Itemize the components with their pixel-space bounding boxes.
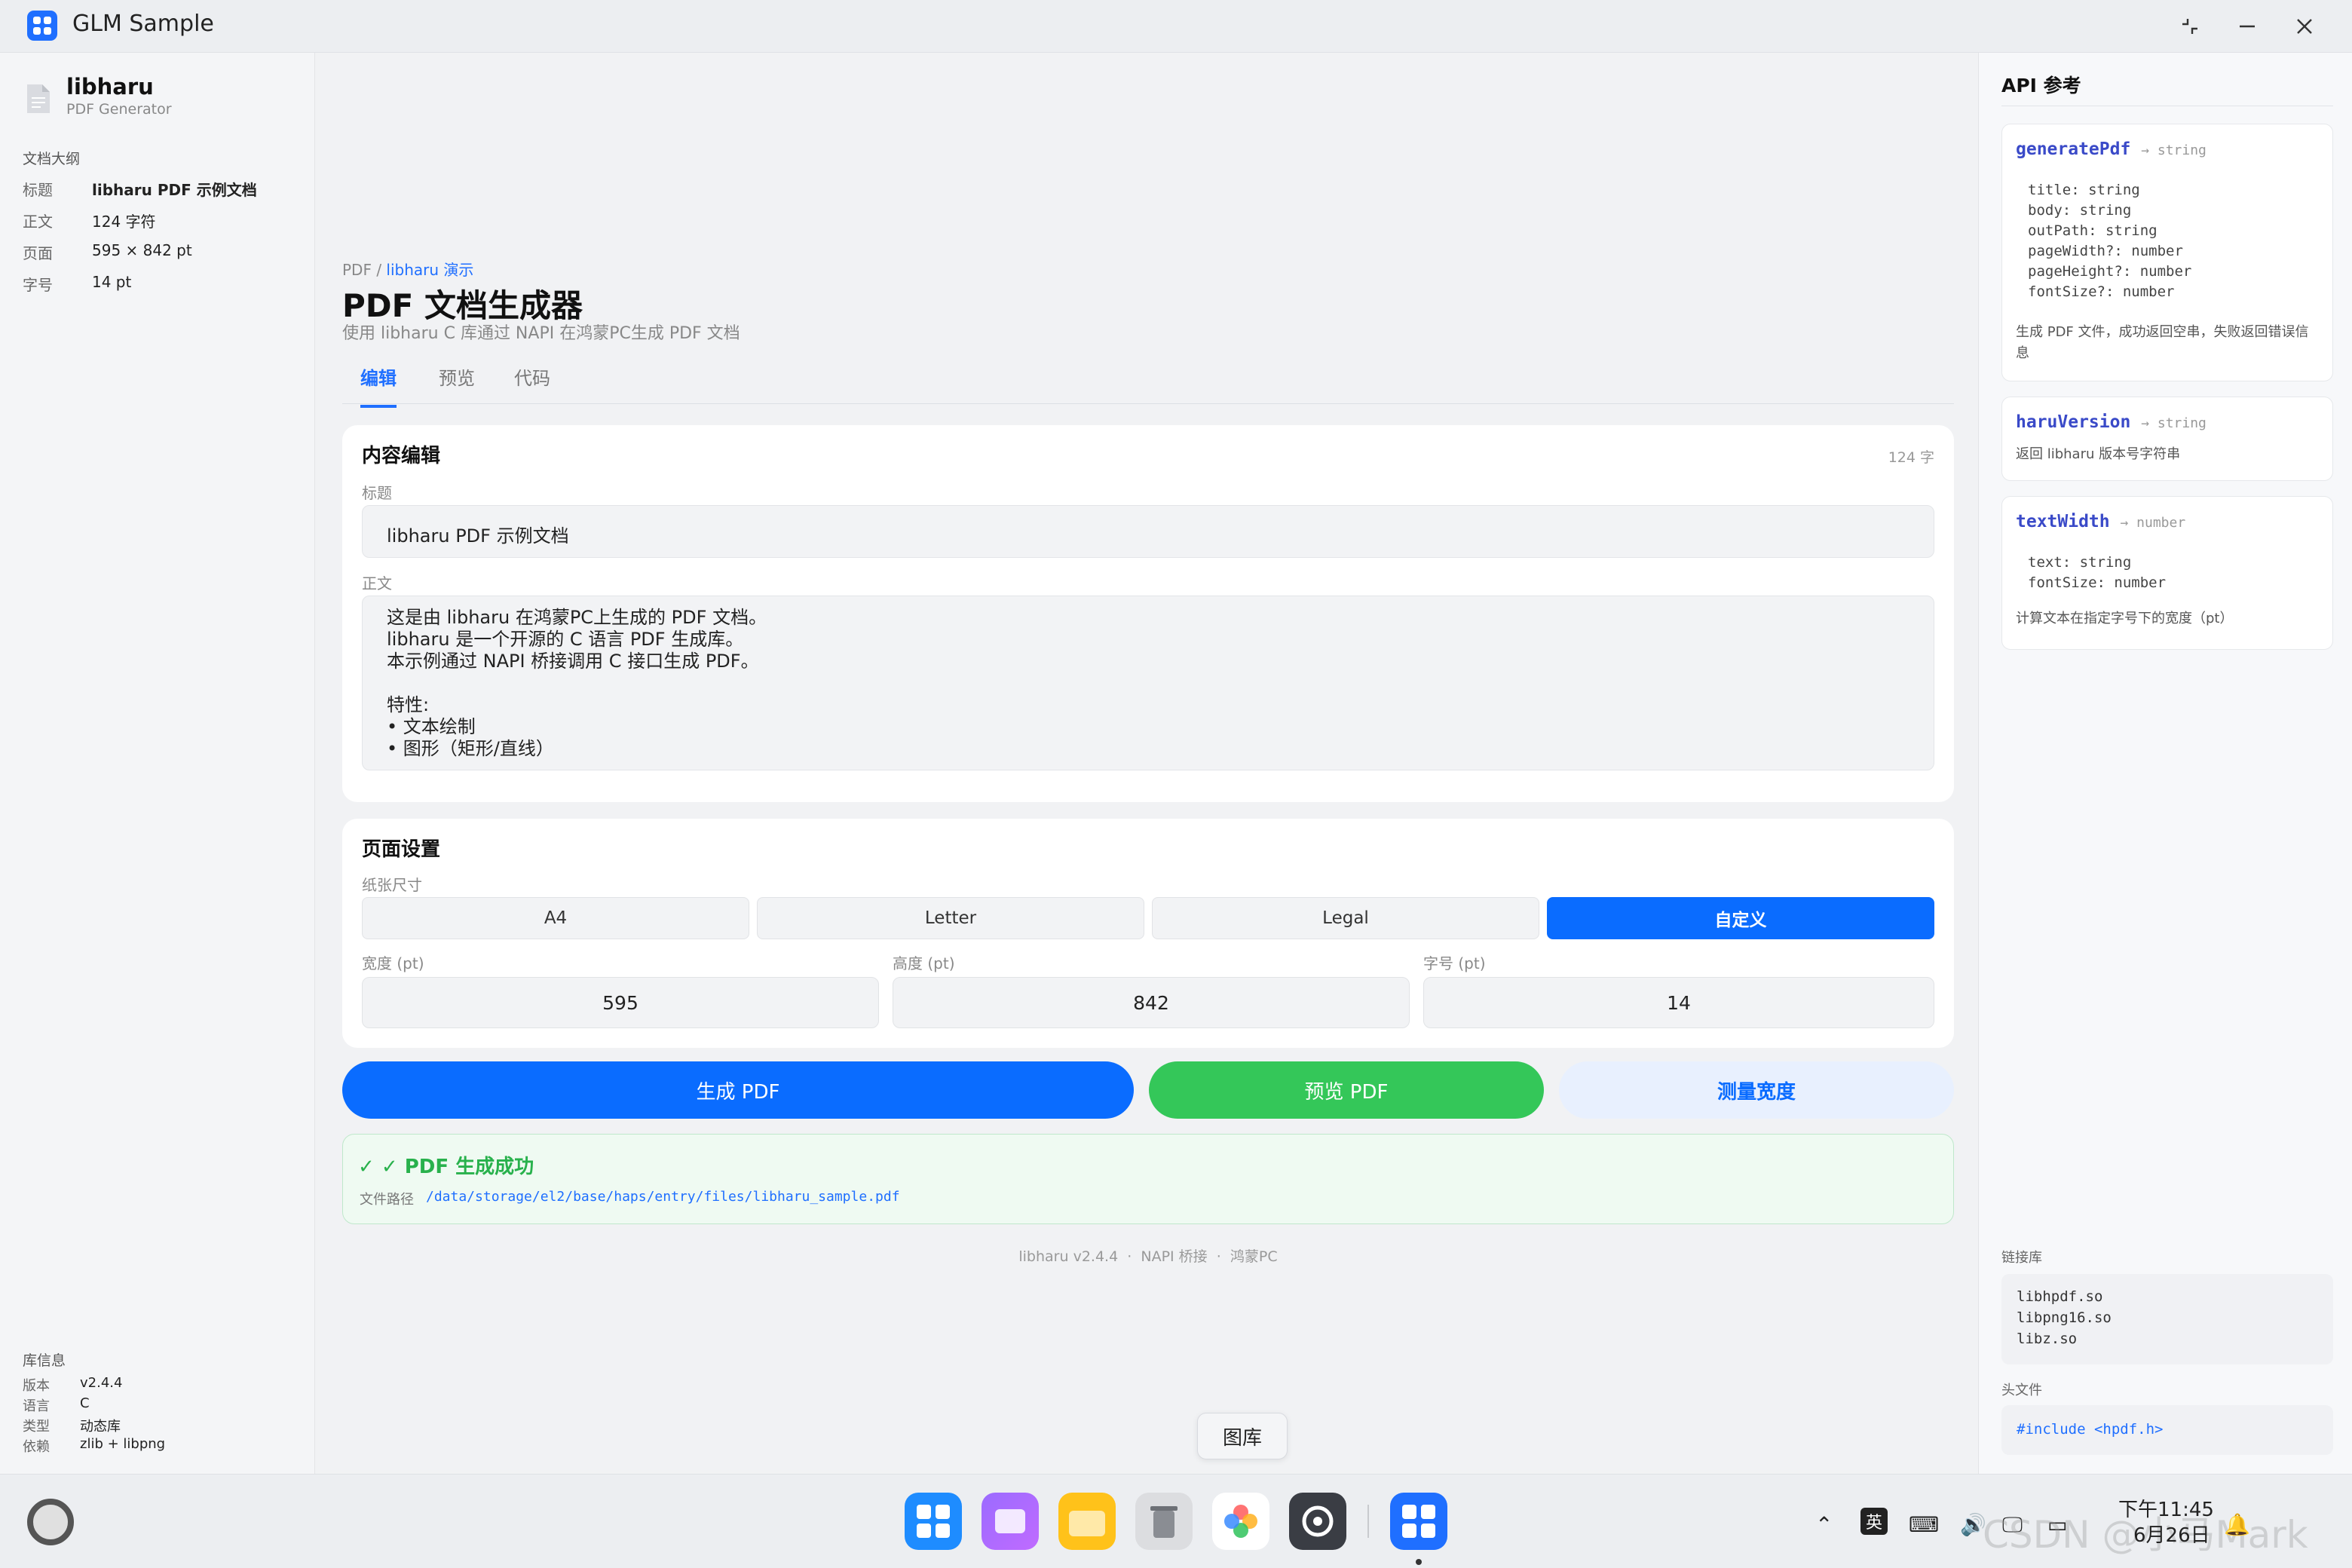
- library-subtitle: PDF Generator: [66, 101, 172, 118]
- files-icon[interactable]: [1058, 1493, 1116, 1550]
- editor-title: 内容编辑: [362, 445, 441, 467]
- page-subtitle: 使用 libharu C 库通过 NAPI 在鸿蒙PC生成 PDF 文档: [342, 324, 740, 343]
- info-row: 语言 C: [23, 1395, 90, 1414]
- paper-a4-button[interactable]: A4: [362, 897, 749, 939]
- start-icon[interactable]: [27, 1499, 74, 1545]
- measure-width-button[interactable]: 测量宽度: [1559, 1061, 1954, 1119]
- tab-preview[interactable]: 预览: [439, 363, 475, 405]
- app-grid-icon[interactable]: [905, 1493, 962, 1550]
- keyboard-icon[interactable]: ⌨: [1909, 1512, 1939, 1537]
- clock-date[interactable]: 6月26日: [2133, 1520, 2210, 1548]
- generate-pdf-button[interactable]: 生成 PDF: [342, 1061, 1134, 1119]
- info-row: 依赖 zlib + libpng: [23, 1436, 166, 1455]
- minimize-icon[interactable]: [2228, 8, 2266, 45]
- font-size-input[interactable]: 14: [1423, 977, 1934, 1028]
- info-row: 版本 v2.4.4: [23, 1375, 123, 1394]
- page-settings-title: 页面设置: [362, 838, 441, 861]
- outline-row: 页面 595 × 842 pt: [23, 241, 192, 262]
- clock-time[interactable]: 下午11:45: [2118, 1494, 2214, 1522]
- result-panel: ✓ ✓ PDF 生成成功 文件路径 /data/storage/el2/base…: [342, 1134, 1954, 1224]
- paper-size-selector: A4 Letter Legal 自定义: [362, 897, 1934, 939]
- glm-sample-app-icon[interactable]: [1390, 1493, 1447, 1550]
- width-label: 宽度 (pt): [362, 954, 424, 972]
- check-icon: ✓: [358, 1156, 375, 1178]
- library-info-heading: 库信息: [23, 1352, 66, 1369]
- gallery-tooltip: 图库: [1197, 1413, 1288, 1459]
- ime-indicator[interactable]: 英: [1860, 1508, 1888, 1535]
- outline-row: 字号 14 pt: [23, 273, 132, 294]
- api-name: textWidth → number: [2016, 512, 2186, 531]
- active-app-dot: [1416, 1559, 1422, 1565]
- api-description: 计算文本在指定字号下的宽度（pt）: [2016, 611, 2234, 626]
- api-description: 返回 libharu 版本号字符串: [2016, 446, 2181, 462]
- body-label: 正文: [362, 574, 392, 593]
- trash-icon[interactable]: [1135, 1493, 1193, 1550]
- font-size-label: 字号 (pt): [1423, 954, 1486, 972]
- paper-size-label: 纸张尺寸: [362, 876, 422, 894]
- preview-pdf-button[interactable]: 预览 PDF: [1149, 1061, 1544, 1119]
- header-file-heading: 头文件: [2001, 1383, 2042, 1398]
- api-description: 生成 PDF 文件，成功返回空串，失败返回错误信息: [2016, 324, 2309, 361]
- sidebar: libharu PDF Generator 文档大纲 标题 libharu PDF…: [0, 53, 315, 1474]
- chevron-up-icon[interactable]: ⌃: [1815, 1512, 1833, 1537]
- height-input[interactable]: 842: [893, 977, 1410, 1028]
- api-card-textwidth: textWidth → number text: string fontSize…: [2001, 496, 2333, 650]
- api-params: text: string fontSize: number: [2028, 554, 2167, 591]
- tab-bar: 编辑 预览 代码: [342, 354, 1954, 408]
- multitask-icon[interactable]: [982, 1493, 1039, 1550]
- document-icon: [27, 84, 50, 113]
- linked-libs-list: libhpdf.so libpng16.so libz.so: [2001, 1274, 2333, 1364]
- outline-heading: 文档大纲: [23, 151, 81, 167]
- api-card-generatepdf: generatePdf → string title: string body:…: [2001, 124, 2333, 381]
- paper-legal-button[interactable]: Legal: [1152, 897, 1539, 939]
- footer: libharu v2.4.4 · NAPI 桥接 · 鸿蒙PC: [1018, 1248, 1278, 1265]
- api-card-haruversion: haruVersion → string 返回 libharu 版本号字符串: [2001, 397, 2333, 481]
- library-name: libharu: [66, 74, 154, 100]
- api-heading: API 参考: [2001, 75, 2081, 96]
- height-label: 高度 (pt): [893, 954, 955, 972]
- app-icon: [27, 11, 57, 41]
- tab-code[interactable]: 代码: [514, 363, 550, 405]
- close-icon[interactable]: [2286, 8, 2323, 45]
- tab-edit[interactable]: 编辑: [360, 363, 397, 408]
- api-reference-panel: API 参考 generatePdf → string title: strin…: [1978, 53, 2352, 1474]
- notification-bell-icon[interactable]: 🔔: [2224, 1512, 2250, 1537]
- page-settings-card: 页面设置 纸张尺寸 A4 Letter Legal 自定义 宽度 (pt) 高度…: [342, 819, 1954, 1048]
- content-editor-card: 内容编辑 124 字 标题 libharu PDF 示例文档 正文 这是由 li…: [342, 425, 1954, 802]
- api-name: haruVersion → string: [2016, 412, 2207, 432]
- file-path[interactable]: /data/storage/el2/base/haps/entry/files/…: [426, 1189, 900, 1205]
- outline-row: 正文 124 字符: [23, 213, 156, 231]
- title-bar: GLM Sample: [0, 0, 2352, 53]
- restore-icon[interactable]: [2171, 8, 2209, 45]
- linked-libs-heading: 链接库: [2001, 1250, 2042, 1266]
- path-label: 文件路径: [360, 1192, 414, 1208]
- gallery-icon[interactable]: [1212, 1493, 1269, 1550]
- paper-letter-button[interactable]: Letter: [757, 897, 1144, 939]
- api-name: generatePdf → string: [2016, 139, 2207, 159]
- title-input[interactable]: libharu PDF 示例文档: [362, 505, 1934, 558]
- width-input[interactable]: 595: [362, 977, 879, 1028]
- info-row: 类型 动态库: [23, 1419, 121, 1435]
- dock-divider: [1367, 1505, 1369, 1538]
- taskbar: ⌃ 英 ⌨ 🔊 🖵 ▭ CSDN @小马Mark 下午11:45 6月26日 🔔: [0, 1474, 2352, 1568]
- breadcrumb: PDF / libharu 演示: [342, 261, 474, 279]
- char-count: 124 字: [1888, 449, 1934, 466]
- outline-row: 标题 libharu PDF 示例文档: [23, 181, 257, 199]
- settings-icon[interactable]: [1289, 1493, 1346, 1550]
- title-label: 标题: [362, 484, 392, 502]
- body-textarea[interactable]: 这是由 libharu 在鸿蒙PC上生成的 PDF 文档。 libharu 是一…: [362, 596, 1934, 770]
- success-title: ✓ ✓ PDF 生成成功: [358, 1156, 534, 1178]
- header-include: #include <hpdf.h>: [2001, 1405, 2333, 1455]
- breadcrumb-link[interactable]: libharu 演示: [386, 261, 473, 279]
- api-params: title: string body: string outPath: stri…: [2028, 182, 2192, 300]
- window-title: GLM Sample: [72, 11, 214, 37]
- paper-custom-button[interactable]: 自定义: [1547, 897, 1934, 939]
